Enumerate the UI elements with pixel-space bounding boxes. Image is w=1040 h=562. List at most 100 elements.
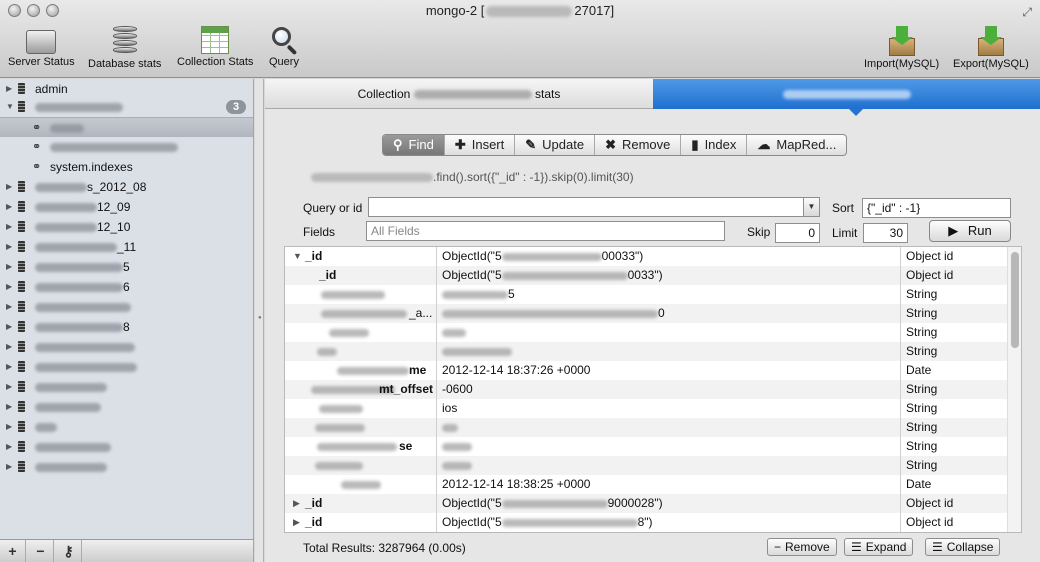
remove-icon-button[interactable]: − — [28, 540, 54, 562]
results-table: ▼ _id ObjectId("5 00033") Object id _id Ob… — [284, 246, 1022, 533]
list-icon: ☰ — [932, 540, 943, 554]
fields-input[interactable] — [366, 221, 725, 241]
results-scrollbar[interactable] — [1007, 247, 1021, 532]
export-mysql-button[interactable]: Export(MySQL) — [953, 26, 1029, 70]
database-icon — [18, 101, 25, 112]
find-tab[interactable]: ⚲ Find — [383, 135, 445, 155]
tree-item-collection[interactable]: ⚭ — [0, 137, 253, 157]
update-tab[interactable]: ✎ Update — [515, 135, 596, 155]
database-icon — [18, 361, 25, 372]
run-button[interactable]: ▶ Run — [929, 220, 1011, 242]
disclosure-right-icon[interactable]: ▶ — [6, 79, 12, 99]
disclosure-right-icon[interactable]: ▶ — [6, 177, 12, 197]
disclosure-right-icon[interactable]: ▶ — [6, 257, 12, 277]
import-box-icon — [888, 26, 916, 56]
tree-item-collection-selected[interactable]: ⚭ — [0, 117, 253, 137]
tree-item-database[interactable]: ▶ — [0, 417, 253, 437]
table-row[interactable]: String — [285, 342, 1007, 361]
tree-item-database[interactable]: ▶ — [0, 397, 253, 417]
database-icon — [18, 441, 25, 452]
query-button[interactable]: Query — [269, 26, 299, 68]
tree-item-database[interactable]: ▶ — [0, 337, 253, 357]
tree-item-database-expanded[interactable]: ▼ 3 — [0, 97, 253, 117]
table-row[interactable]: me 2012-12-14 18:37:26 +0000 Date — [285, 361, 1007, 380]
table-row[interactable]: 5 String — [285, 285, 1007, 304]
tree-item-database[interactable]: ▶ 12_10 — [0, 217, 253, 237]
table-row[interactable]: _id ObjectId("5 0033") Object id — [285, 266, 1007, 285]
table-row[interactable]: String — [285, 456, 1007, 475]
tree-item-system-indexes[interactable]: ⚭ system.indexes — [0, 157, 253, 177]
tab-collection-active[interactable] — [653, 79, 1040, 116]
database-icon — [18, 461, 25, 472]
tree-item-database[interactable]: ▶ — [0, 297, 253, 317]
table-row[interactable]: ▼ _id ObjectId("5 00033") Object id — [285, 247, 1007, 266]
disclosure-right-icon[interactable]: ▶ — [6, 237, 12, 257]
collapse-button[interactable]: ☰ Collapse — [925, 538, 1001, 556]
split-view-divider[interactable]: ● — [255, 79, 264, 562]
table-row[interactable]: se String — [285, 437, 1007, 456]
disclosure-right-icon[interactable]: ▶ — [6, 417, 12, 437]
tree-item-admin[interactable]: ▶ admin — [0, 79, 253, 99]
disclosure-right-icon[interactable]: ▶ — [6, 377, 12, 397]
options-button[interactable]: ⚷ — [56, 540, 82, 562]
disclosure-right-icon[interactable]: ▶ — [6, 397, 12, 417]
disclosure-right-icon[interactable]: ▶ — [293, 494, 300, 513]
plus-icon: ✚ — [454, 137, 466, 152]
mapreduce-tab[interactable]: ☁ MapRed... — [747, 135, 846, 155]
chevron-down-icon[interactable]: ▼ — [803, 197, 820, 217]
import-mysql-button[interactable]: Import(MySQL) — [864, 26, 939, 70]
index-tab[interactable]: ▮ Index — [681, 135, 748, 155]
database-icon — [18, 401, 25, 412]
expand-button[interactable]: ☰ Expand — [844, 538, 914, 556]
query-input[interactable] — [368, 197, 804, 217]
export-box-icon — [977, 26, 1005, 56]
disclosure-right-icon[interactable]: ▶ — [6, 437, 12, 457]
disclosure-down-icon[interactable]: ▼ — [293, 247, 302, 266]
table-row[interactable]: ▶ _id ObjectId("5 9000028") Object id — [285, 494, 1007, 513]
tree-item-database[interactable]: ▶ — [0, 457, 253, 477]
remove-tab[interactable]: ✖ Remove — [595, 135, 682, 155]
disclosure-right-icon[interactable]: ▶ — [6, 457, 12, 477]
disclosure-right-icon[interactable]: ▶ — [6, 217, 12, 237]
table-row[interactable]: ▶ _id ObjectId("5 8") Object id — [285, 513, 1007, 532]
table-row[interactable]: ios String — [285, 399, 1007, 418]
add-button[interactable]: + — [0, 540, 26, 562]
fullscreen-icon[interactable]: ⤢ — [1022, 5, 1032, 20]
disclosure-right-icon[interactable]: ▶ — [6, 197, 12, 217]
table-row[interactable]: String — [285, 323, 1007, 342]
collection-stats-button[interactable]: Collection Stats — [177, 26, 253, 68]
remove-button[interactable]: − Remove — [767, 538, 837, 556]
query-preview: .find().sort({"_id" : -1}).skip(0).limit… — [311, 170, 634, 184]
sort-input[interactable] — [862, 198, 1011, 218]
table-row[interactable]: mt_offset -0600 String — [285, 380, 1007, 399]
table-row[interactable]: _a... 0 String — [285, 304, 1007, 323]
tree-item-database[interactable]: ▶ 12_09 — [0, 197, 253, 217]
tree-item-database[interactable]: ▶ 5 — [0, 257, 253, 277]
disclosure-right-icon[interactable]: ▶ — [6, 337, 12, 357]
disclosure-right-icon[interactable]: ▶ — [6, 357, 12, 377]
tree-item-database[interactable]: ▶ 6 — [0, 277, 253, 297]
tab-collection-stats[interactable]: Collection stats — [265, 79, 653, 109]
disclosure-right-icon[interactable]: ▶ — [293, 513, 300, 532]
tree-item-database[interactable]: ▶ — [0, 357, 253, 377]
limit-input[interactable] — [863, 223, 908, 243]
tree-item-database[interactable]: ▶ _11 — [0, 237, 253, 257]
scrollbar-thumb[interactable] — [1011, 252, 1019, 348]
window-toolbar: mongo-2 [27017] ⤢ Server Status Database… — [0, 0, 1040, 78]
bookmark-icon: ▮ — [691, 137, 699, 152]
insert-tab[interactable]: ✚ Insert — [445, 135, 516, 155]
tree-item-database[interactable]: ▶ — [0, 377, 253, 397]
skip-input[interactable] — [775, 223, 820, 243]
disclosure-right-icon[interactable]: ▶ — [6, 277, 12, 297]
disclosure-right-icon[interactable]: ▶ — [6, 297, 12, 317]
database-stats-button[interactable]: Database stats — [88, 26, 161, 70]
disclosure-down-icon[interactable]: ▼ — [6, 97, 14, 117]
tree-item-database[interactable]: ▶ 8 — [0, 317, 253, 337]
tree-item-database[interactable]: ▶ s_2012_08 — [0, 177, 253, 197]
server-status-button[interactable]: Server Status — [8, 26, 75, 68]
table-row[interactable]: 2012-12-14 18:38:25 +0000 Date — [285, 475, 1007, 494]
collection-icon: ⚭ — [32, 122, 42, 134]
tree-item-database[interactable]: ▶ — [0, 437, 253, 457]
table-row[interactable]: String — [285, 418, 1007, 437]
disclosure-right-icon[interactable]: ▶ — [6, 317, 12, 337]
